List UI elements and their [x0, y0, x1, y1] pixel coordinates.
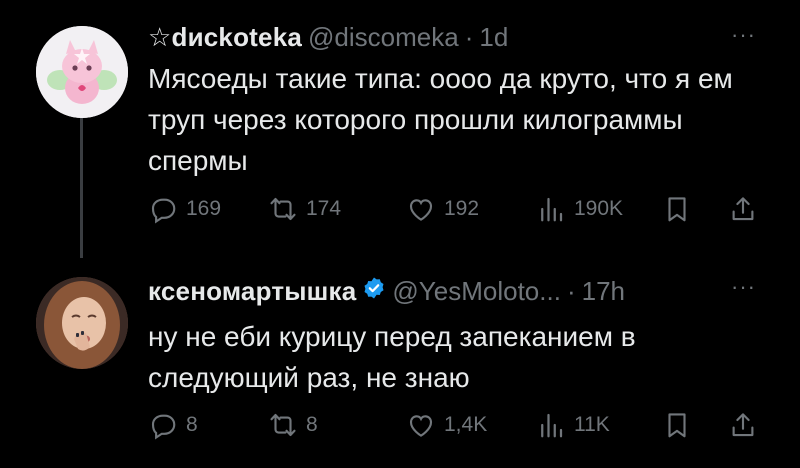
like-count: 192 — [444, 197, 480, 220]
retweet-button[interactable]: 8 — [268, 410, 318, 440]
view-count: 190K — [574, 197, 624, 220]
like-button[interactable]: 1,4K — [406, 410, 487, 440]
display-name[interactable]: ксеномартышка — [148, 276, 356, 307]
like-icon — [409, 415, 433, 437]
tweet-2[interactable]: ксеномартышка @YesMoloto... · 17h ··· ну… — [0, 258, 800, 468]
more-options-button[interactable]: ··· — [731, 274, 756, 300]
reply-icon — [151, 198, 176, 224]
tweet-text: ну не еби курицу перед запеканием в след… — [148, 321, 636, 393]
share-button[interactable] — [728, 194, 758, 224]
avatar[interactable] — [36, 26, 128, 118]
timestamp[interactable]: 17h — [582, 276, 625, 307]
avatar[interactable] — [36, 277, 128, 369]
tweet-1[interactable]: ☆dиckotеka @discomeka · 1d ··· Мясоеды т… — [0, 0, 800, 258]
tweet-text: Мясоеды такие типа: оооо да круто, что я… — [148, 63, 733, 176]
user-handle[interactable]: @discomeka — [308, 22, 459, 53]
like-icon — [409, 199, 433, 221]
display-name[interactable]: ☆dиckotеka — [148, 22, 302, 53]
views-button[interactable]: 11K — [536, 410, 610, 440]
retweet-count: 8 — [306, 413, 318, 436]
views-button[interactable]: 190K — [536, 194, 623, 224]
bookmark-button[interactable] — [662, 194, 692, 224]
bookmark-icon — [668, 197, 686, 222]
verified-icon — [364, 277, 384, 299]
views-icon — [541, 197, 563, 222]
reply-icon — [151, 414, 176, 440]
tweet-actions: 169 174 192 190K — [148, 194, 768, 226]
retweet-count: 174 — [306, 197, 342, 220]
views-icon — [541, 413, 563, 438]
tweet-header: ксеномартышка @YesMoloto... · 17h — [148, 276, 625, 307]
share-button[interactable] — [728, 410, 758, 440]
reply-count: 8 — [186, 413, 198, 436]
reply-count: 169 — [186, 197, 222, 220]
user-handle[interactable]: @YesMoloto... — [392, 276, 561, 307]
thread-line — [80, 118, 83, 258]
bookmark-icon — [668, 413, 686, 438]
reply-button[interactable]: 8 — [148, 410, 198, 440]
reply-button[interactable]: 169 — [148, 194, 221, 224]
tweet-actions: 8 8 1,4K 11K — [148, 410, 768, 442]
retweet-icon — [270, 197, 296, 221]
view-count: 11K — [574, 413, 610, 436]
bookmark-button[interactable] — [662, 410, 692, 440]
share-icon — [732, 197, 754, 221]
like-button[interactable]: 192 — [406, 194, 479, 224]
timestamp[interactable]: 1d — [479, 22, 508, 53]
retweet-icon — [270, 413, 296, 437]
separator: · — [464, 22, 474, 52]
retweet-button[interactable]: 174 — [268, 194, 341, 224]
more-options-button[interactable]: ··· — [731, 22, 756, 48]
separator: · — [566, 276, 576, 306]
tweet-header: ☆dиckotеka @discomeka · 1d — [148, 22, 508, 53]
share-icon — [732, 413, 754, 437]
like-count: 1,4K — [444, 413, 488, 436]
